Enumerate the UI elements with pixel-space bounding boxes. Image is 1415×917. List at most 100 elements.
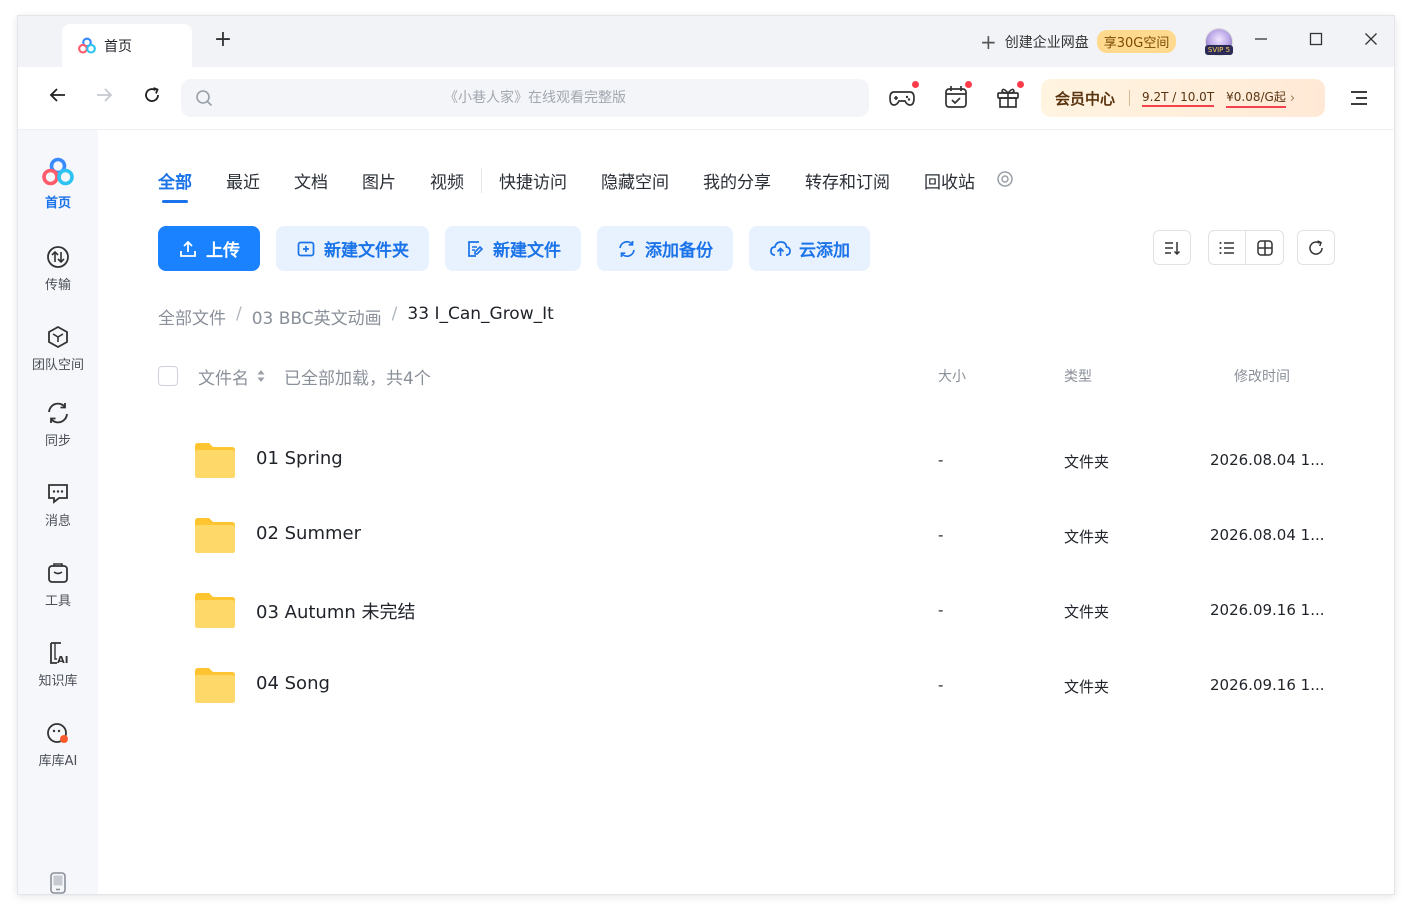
tab-videos[interactable]: 视频: [413, 168, 481, 193]
folder-icon: [195, 593, 235, 628]
table-row[interactable]: 01 Spring - 文件夹 2026.08.04 1...: [158, 432, 1338, 492]
add-backup-button[interactable]: 添加备份: [597, 226, 733, 271]
table-row[interactable]: 02 Summer - 文件夹 2026.08.04 1...: [158, 507, 1338, 567]
minimize-icon: [1255, 38, 1267, 40]
arrow-right-icon: [97, 88, 113, 102]
tab-images[interactable]: 图片: [345, 168, 413, 193]
member-center-label: 会员中心: [1055, 89, 1116, 108]
refresh-list-button[interactable]: [1297, 230, 1335, 265]
message-icon: [48, 484, 68, 504]
list-view-button[interactable]: [1208, 230, 1246, 265]
tab-quick-access[interactable]: 快捷访问: [481, 168, 584, 193]
sidebar-item-tools[interactable]: 工具: [18, 560, 98, 609]
file-name[interactable]: 02 Summer: [256, 523, 361, 544]
tab-home-label: 首页: [104, 38, 132, 55]
sidebar-item-transfer[interactable]: 传输: [18, 244, 98, 293]
tools-icon: [48, 563, 68, 583]
search-bar[interactable]: [181, 79, 869, 117]
search-icon: [196, 90, 213, 107]
back-button[interactable]: [45, 85, 71, 111]
close-button[interactable]: [1360, 30, 1382, 52]
refresh-control: [1297, 230, 1335, 265]
plus-icon: +: [980, 29, 997, 54]
file-size: -: [938, 526, 944, 544]
backup-sync-icon: [619, 240, 635, 257]
column-header-name[interactable]: 文件名: [198, 364, 249, 389]
cloud-add-button[interactable]: 云添加: [749, 226, 870, 271]
search-input[interactable]: [225, 79, 845, 117]
cloud-upload-icon: [770, 240, 791, 256]
upload-button[interactable]: 上传: [158, 226, 260, 271]
tab-settings-icon[interactable]: [996, 170, 1014, 188]
upload-label: 上传: [206, 241, 240, 261]
storage-quota: 9.2T / 10.0T: [1142, 90, 1215, 107]
new-file-label: 新建文件: [493, 241, 561, 261]
add-backup-label: 添加备份: [645, 241, 713, 261]
svg-text:AI: AI: [57, 655, 68, 666]
home-logo-icon: [42, 157, 74, 186]
baidu-netdisk-logo-icon: [78, 37, 96, 54]
folder-icon: [195, 668, 235, 703]
sidebar-item-kuku-ai[interactable]: 库库AI: [18, 720, 98, 769]
column-header-modified[interactable]: 修改时间: [1234, 366, 1290, 386]
breadcrumb-root[interactable]: 全部文件: [158, 304, 226, 329]
menu-icon[interactable]: [1348, 87, 1370, 109]
select-all-checkbox[interactable]: [158, 366, 178, 386]
table-row[interactable]: 04 Song - 文件夹 2026.09.16 1...: [158, 657, 1338, 717]
tab-home[interactable]: 首页: [62, 24, 192, 67]
sidebar-item-label: 首页: [44, 196, 71, 211]
sidebar-item-sync[interactable]: 同步: [18, 400, 98, 449]
upload-icon: [180, 240, 196, 257]
sidebar-item-home[interactable]: 首页: [18, 156, 98, 211]
grid-view-button[interactable]: [1246, 230, 1284, 265]
file-name[interactable]: 04 Song: [256, 673, 330, 694]
phone-icon[interactable]: [48, 871, 68, 895]
svip-badge: SVIP 5: [1205, 45, 1233, 55]
create-enterprise-button[interactable]: + 创建企业网盘 享30G空间: [980, 29, 1177, 54]
file-name[interactable]: 01 Spring: [256, 448, 343, 469]
category-tabs: 全部 最近 文档 图片 视频 快捷访问 隐藏空间 我的分享 转存和订阅 回收站: [158, 168, 1014, 203]
file-type: 文件夹: [1064, 528, 1110, 546]
sort-toggle-icon[interactable]: [256, 368, 266, 384]
chevron-right-icon: ›: [1289, 90, 1296, 106]
sidebar-item-team-space[interactable]: 团队空间: [18, 324, 98, 373]
maximize-button[interactable]: [1305, 30, 1327, 52]
file-size: -: [938, 451, 944, 469]
breadcrumb-separator: /: [391, 304, 398, 324]
minimize-button[interactable]: [1250, 30, 1272, 52]
tab-my-shares[interactable]: 我的分享: [686, 168, 788, 193]
sidebar: 首页 传输 团队空间 同步 消息 工具 AI 知识库 库库AI: [18, 130, 98, 895]
tab-recent[interactable]: 最近: [209, 168, 277, 193]
maximize-icon: [1309, 32, 1323, 46]
calendar-notification-dot: [964, 80, 973, 89]
new-file-button[interactable]: 新建文件: [445, 226, 581, 271]
table-row[interactable]: 03 Autumn 未完结 - 文件夹 2026.09.16 1...: [158, 582, 1338, 642]
file-size: -: [938, 601, 944, 619]
tab-documents[interactable]: 文档: [277, 168, 345, 193]
breadcrumb: 全部文件 / 03 BBC英文动画 / 33 I_Can_Grow_It: [158, 304, 554, 329]
sidebar-item-knowledge-base[interactable]: AI 知识库: [18, 640, 98, 689]
sort-button[interactable]: [1153, 230, 1191, 265]
column-header-size[interactable]: 大小: [938, 366, 966, 386]
gift-notification-dot: [1016, 80, 1025, 89]
tab-all[interactable]: 全部: [158, 168, 209, 203]
main-content: 全部 最近 文档 图片 视频 快捷访问 隐藏空间 我的分享 转存和订阅 回收站 …: [98, 130, 1394, 894]
forward-button[interactable]: [91, 85, 117, 111]
breadcrumb-separator: /: [236, 304, 242, 324]
refresh-icon: [145, 87, 159, 102]
refresh-button[interactable]: [139, 85, 165, 111]
sidebar-item-message[interactable]: 消息: [18, 480, 98, 529]
tab-transfers-subscriptions[interactable]: 转存和订阅: [788, 168, 907, 193]
new-folder-button[interactable]: 新建文件夹: [276, 226, 429, 271]
app-window: 首页 + + 创建企业网盘 享30G空间 SVIP 5 《小巷人家》在线观看完整…: [17, 15, 1395, 895]
file-modified-time: 2026.09.16 1...: [1210, 676, 1325, 694]
column-header-type[interactable]: 类型: [1064, 366, 1092, 386]
sync-icon: [48, 402, 68, 424]
tab-hidden-space[interactable]: 隐藏空间: [584, 168, 686, 193]
new-tab-button[interactable]: +: [212, 29, 234, 52]
tab-recycle-bin[interactable]: 回收站: [907, 168, 992, 193]
member-center-button[interactable]: 会员中心 9.2T / 10.0T ¥0.08/G起 ›: [1041, 79, 1325, 117]
breadcrumb-level1[interactable]: 03 BBC英文动画: [252, 304, 382, 329]
file-name[interactable]: 03 Autumn 未完结: [256, 598, 415, 624]
sidebar-item-label: 知识库: [38, 674, 78, 689]
